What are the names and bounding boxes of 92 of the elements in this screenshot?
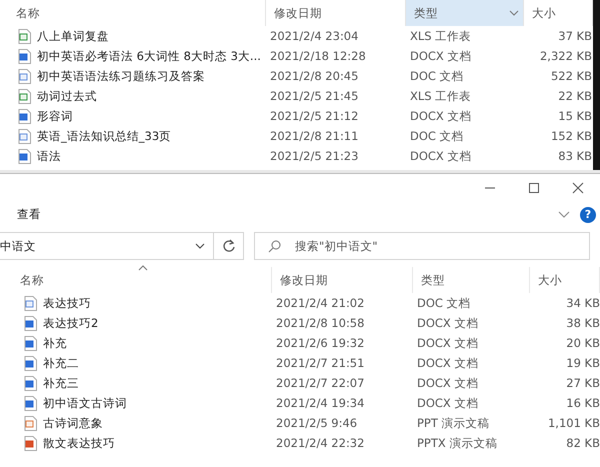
modified-date: 2021/2/4 23:04 [270, 29, 360, 43]
column-header[interactable]: 修改日期 [272, 267, 413, 293]
file-type: XLS 工作表 [410, 88, 472, 104]
file-type: DOCX 文档 [410, 48, 472, 64]
file-icon [24, 376, 37, 390]
file-type: DOCX 文档 [417, 336, 480, 350]
column-header[interactable]: 类型 [413, 267, 530, 293]
file-size: 1,101 KB [548, 416, 600, 430]
column-header[interactable]: 大小 [530, 267, 600, 293]
file-icon [18, 128, 31, 144]
file-size: 37 KB [558, 29, 592, 43]
modified-date: 2021/2/5 21:12 [270, 109, 360, 123]
file-name[interactable]: 动词过去式 [37, 88, 97, 104]
file-name[interactable]: 补充二 [43, 356, 79, 370]
file-name[interactable]: 古诗词意象 [43, 416, 103, 430]
column-header[interactable]: 名称 [0, 267, 272, 293]
file-name[interactable]: 英语_语法知识总结_33页 [37, 128, 172, 144]
modified-date: 2021/2/4 19:34 [276, 396, 366, 410]
file-type: DOCX 文档 [410, 108, 472, 124]
file-size: 2,322 KB [540, 49, 592, 63]
modified-date: 2021/2/5 21:23 [270, 149, 360, 163]
file-name[interactable]: 补充 [43, 336, 67, 350]
file-icon [24, 336, 37, 350]
address-field[interactable]: 中语文 [0, 232, 214, 260]
modified-date: 2021/2/8 10:58 [276, 316, 366, 330]
file-size: 20 KB [566, 336, 600, 350]
search-icon [268, 240, 281, 253]
file-size: 38 KB [566, 316, 600, 330]
file-icon [24, 316, 37, 330]
file-name[interactable]: 初中语文古诗词 [43, 396, 127, 410]
modified-date: 2021/2/8 21:11 [270, 129, 360, 143]
modified-date: 2021/2/8 20:45 [270, 69, 360, 83]
file-size: 22 KB [558, 89, 592, 103]
ribbon-tab[interactable]: 查看 [17, 207, 548, 222]
file-type: DOCX 文档 [417, 356, 480, 370]
file-icon [18, 68, 31, 84]
column-header[interactable]: 类型 [406, 0, 524, 26]
file-name[interactable]: 形容词 [37, 108, 73, 124]
column-header[interactable]: 名称 [0, 0, 266, 26]
modified-date: 2021/2/5 21:45 [270, 89, 360, 103]
file-type: DOC 文档 [410, 128, 465, 144]
modified-date: 2021/2/18 12:28 [270, 49, 367, 63]
file-icon [18, 108, 31, 124]
file-type: DOC 文档 [410, 68, 465, 84]
file-icon [24, 436, 37, 450]
refresh-button[interactable] [214, 232, 244, 260]
column-header[interactable]: 大小 [524, 0, 593, 26]
file-size: 19 KB [566, 356, 600, 370]
file-icon [18, 148, 31, 164]
modified-date: 2021/2/5 9:46 [276, 416, 358, 430]
file-size: 83 KB [558, 149, 592, 163]
file-type: DOCX 文档 [417, 376, 480, 390]
refresh-icon[interactable] [222, 239, 236, 253]
file-type: DOCX 文档 [417, 316, 480, 330]
file-size: 82 KB [566, 436, 600, 450]
modified-date: 2021/2/4 22:32 [276, 436, 366, 450]
file-name[interactable]: 初中英语必考语法 6大词性 8大时态 3大... [37, 48, 261, 64]
file-type: DOCX 文档 [417, 396, 480, 410]
file-size: 522 KB [550, 69, 592, 83]
file-type: PPTX 演示文稿 [417, 436, 498, 450]
file-type: DOC 文档 [417, 296, 472, 310]
file-size: 34 KB [566, 296, 600, 310]
file-name[interactable]: 表达技巧2 [43, 316, 98, 330]
file-size: 16 KB [566, 396, 600, 410]
modified-date: 2021/2/6 19:32 [276, 336, 366, 350]
chevron-down-icon[interactable] [195, 243, 205, 249]
file-type: XLS 工作表 [410, 28, 472, 44]
close-icon[interactable] [572, 182, 584, 194]
help-button[interactable]: ? [580, 206, 596, 222]
file-size: 27 KB [566, 376, 600, 390]
file-icon [18, 48, 31, 64]
file-icon [24, 296, 37, 310]
file-name[interactable]: 语法 [37, 148, 61, 164]
file-name[interactable]: 八上单词复盘 [37, 28, 109, 44]
file-name[interactable]: 表达技巧 [43, 296, 91, 310]
file-icon [24, 396, 37, 410]
file-icon [24, 416, 37, 430]
file-name[interactable]: 散文表达技巧 [43, 436, 115, 450]
file-icon [24, 356, 37, 370]
file-name[interactable]: 补充三 [43, 376, 79, 390]
file-size: 152 KB [550, 129, 592, 143]
modified-date: 2021/2/4 21:02 [276, 296, 366, 310]
file-size: 15 KB [558, 109, 592, 123]
file-type: PPT 演示文稿 [417, 416, 491, 430]
maximize-icon[interactable] [528, 182, 540, 194]
file-name[interactable]: 初中英语语法练习题练习及答案 [37, 68, 205, 84]
modified-date: 2021/2/7 21:51 [276, 356, 366, 370]
file-icon [18, 88, 31, 104]
modified-date: 2021/2/7 22:07 [276, 376, 366, 390]
file-icon [18, 28, 31, 44]
file-type: DOCX 文档 [410, 148, 472, 164]
search-field[interactable]: 搜索"初中语文" [254, 232, 590, 260]
